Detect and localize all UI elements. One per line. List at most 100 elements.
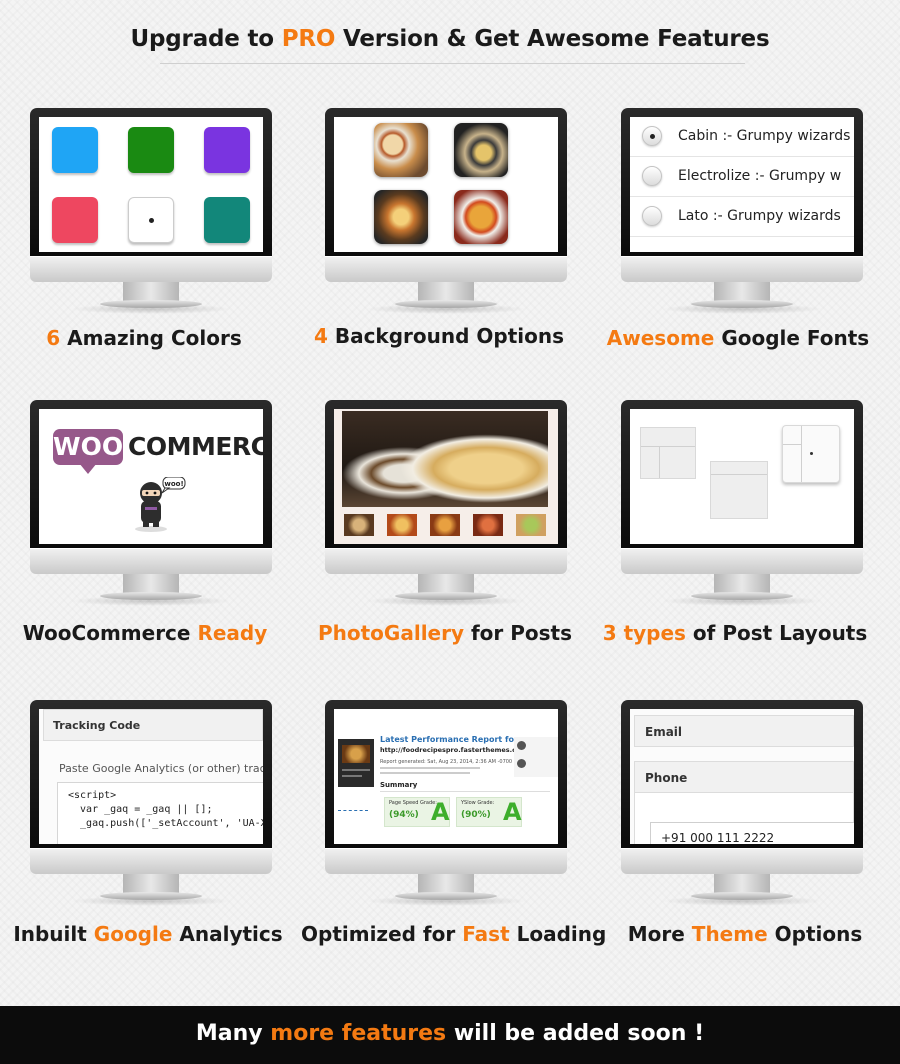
color-swatch-white-selected[interactable]	[128, 197, 174, 243]
background-thumb-3[interactable]	[374, 190, 428, 244]
caption-text: of Post Layouts	[685, 621, 868, 645]
monitor-screen: Tracking Code Paste Google Analytics (or…	[39, 709, 263, 844]
page-title: Upgrade to PRO Version & Get Awesome Fea…	[0, 26, 900, 52]
color-swatch-purple[interactable]	[204, 127, 250, 173]
email-section-header[interactable]: Email	[634, 715, 854, 747]
color-swatch-teal[interactable]	[204, 197, 250, 243]
font-option-label: Lato :- Grumpy wizards	[678, 208, 841, 224]
monitor-base	[395, 592, 497, 600]
footer-banner: Many more features will be added soon !	[0, 1006, 900, 1064]
layout-divider	[659, 446, 660, 478]
layout-option-2[interactable]	[710, 461, 768, 519]
caption-accent: 4	[313, 324, 328, 348]
monitor-colors	[30, 108, 272, 314]
caption-text: More	[627, 922, 692, 946]
gallery-main-photo	[342, 411, 548, 507]
monitor-base	[691, 892, 793, 900]
monitor-chin	[30, 848, 272, 874]
color-swatch-green[interactable]	[128, 127, 174, 173]
gallery-thumb[interactable]	[430, 514, 460, 536]
report-divider	[380, 791, 550, 792]
monitor-screen: WOO COMMERCE woo!	[39, 409, 263, 544]
report-meta-line	[380, 772, 470, 774]
feature-caption-speed: Optimized for Fast Loading	[301, 922, 606, 946]
monitor-bezel: Cabin :- Grumpy wizards Electrolize :- G…	[621, 108, 863, 256]
monitor-screen	[630, 409, 854, 544]
monitor-bezel	[30, 108, 272, 256]
caption-text: Amazing Colors	[60, 326, 242, 350]
monitor-chin	[325, 256, 567, 282]
pagespeed-value: (94%)	[389, 810, 419, 820]
thumb-line	[342, 775, 362, 777]
caption-accent: Theme	[691, 922, 768, 946]
monitor-screen	[334, 117, 558, 252]
monitor-base	[691, 592, 793, 600]
report-url[interactable]: http://foodrecipespro.fasterthemes.com/	[380, 746, 530, 754]
yslow-value: (90%)	[461, 810, 491, 820]
font-option-row[interactable]: Electrolize :- Grumpy w	[630, 157, 854, 197]
report-title: Latest Performance Report for:	[380, 735, 522, 744]
font-option-row[interactable]: Cabin :- Grumpy wizards	[630, 117, 854, 157]
report-side-link[interactable]	[338, 801, 368, 811]
thumb-line	[342, 769, 370, 771]
radio-button-selected[interactable]	[642, 126, 662, 146]
gallery-thumb[interactable]	[387, 514, 417, 536]
ninja-mascot-icon: woo!	[135, 477, 186, 532]
monitor-photogallery	[325, 400, 567, 606]
font-option-row[interactable]: Lato :- Grumpy wizards	[630, 197, 854, 237]
monitor-chin	[621, 256, 863, 282]
feature-caption-analytics: Inbuilt Google Analytics	[0, 922, 298, 946]
monitor-woocommerce: WOO COMMERCE woo!	[30, 400, 272, 606]
monitor-chin	[30, 256, 272, 282]
gallery-thumb[interactable]	[516, 514, 546, 536]
title-suffix: Version & Get Awesome Features	[335, 26, 770, 52]
layout-option-3-selected[interactable]	[782, 425, 840, 483]
phone-section-header[interactable]: Phone	[634, 761, 854, 793]
phone-input[interactable]: +91 000 111 2222	[650, 822, 854, 844]
pagespeed-label: Page Speed Grade:	[389, 800, 437, 806]
monitor-bezel	[325, 400, 567, 548]
caption-text: Optimized for	[301, 922, 463, 946]
woo-logo-tail	[79, 463, 97, 474]
caption-text: Options	[767, 922, 863, 946]
caption-text: for Posts	[464, 621, 573, 645]
background-thumb-2[interactable]	[454, 123, 508, 177]
title-prefix: Upgrade to	[130, 26, 282, 52]
monitor-stand	[123, 282, 179, 302]
monitor-bezel	[621, 400, 863, 548]
background-thumb-1[interactable]	[374, 123, 428, 177]
monitor-base	[100, 300, 202, 308]
caption-accent: Ready	[197, 621, 268, 645]
code-line: _gaq.push(['_setAccount', 'UA-X	[68, 818, 263, 829]
monitor-stand	[714, 282, 770, 302]
radio-dot	[650, 134, 655, 139]
monitor-stand	[418, 874, 474, 894]
monitor-stand	[714, 574, 770, 594]
monitor-chin	[30, 548, 272, 574]
caption-accent: 6	[46, 326, 61, 350]
monitor-screen	[39, 117, 263, 252]
tracking-code-textarea[interactable]: <script> var _gaq = _gaq || []; _gaq.pus…	[57, 782, 263, 844]
selected-dot	[810, 452, 813, 455]
gallery-thumb[interactable]	[344, 514, 374, 536]
tracking-code-header: Tracking Code	[43, 709, 263, 741]
monitor-chin	[621, 548, 863, 574]
layout-divider	[641, 446, 695, 447]
background-thumb-4[interactable]	[454, 190, 508, 244]
radio-button[interactable]	[642, 206, 662, 226]
monitor-theme-options: Email Phone +91 000 111 2222	[621, 700, 863, 906]
monitor-screen: Cabin :- Grumpy wizards Electrolize :- G…	[630, 117, 854, 252]
monitor-screen	[334, 409, 558, 544]
feature-caption-colors: 6 Amazing Colors	[0, 326, 294, 350]
layout-option-1[interactable]	[640, 427, 696, 479]
header-divider	[160, 63, 745, 64]
feature-caption-fonts: Awesome Google Fonts	[588, 326, 888, 350]
caption-text: Google Fonts	[714, 326, 870, 350]
color-swatch-red[interactable]	[52, 197, 98, 243]
radio-button[interactable]	[642, 166, 662, 186]
monitor-base	[395, 892, 497, 900]
caption-accent: Fast	[462, 922, 510, 946]
gallery-thumb[interactable]	[473, 514, 503, 536]
feature-caption-photogallery: PhotoGallery for Posts	[295, 621, 595, 645]
color-swatch-blue[interactable]	[52, 127, 98, 173]
